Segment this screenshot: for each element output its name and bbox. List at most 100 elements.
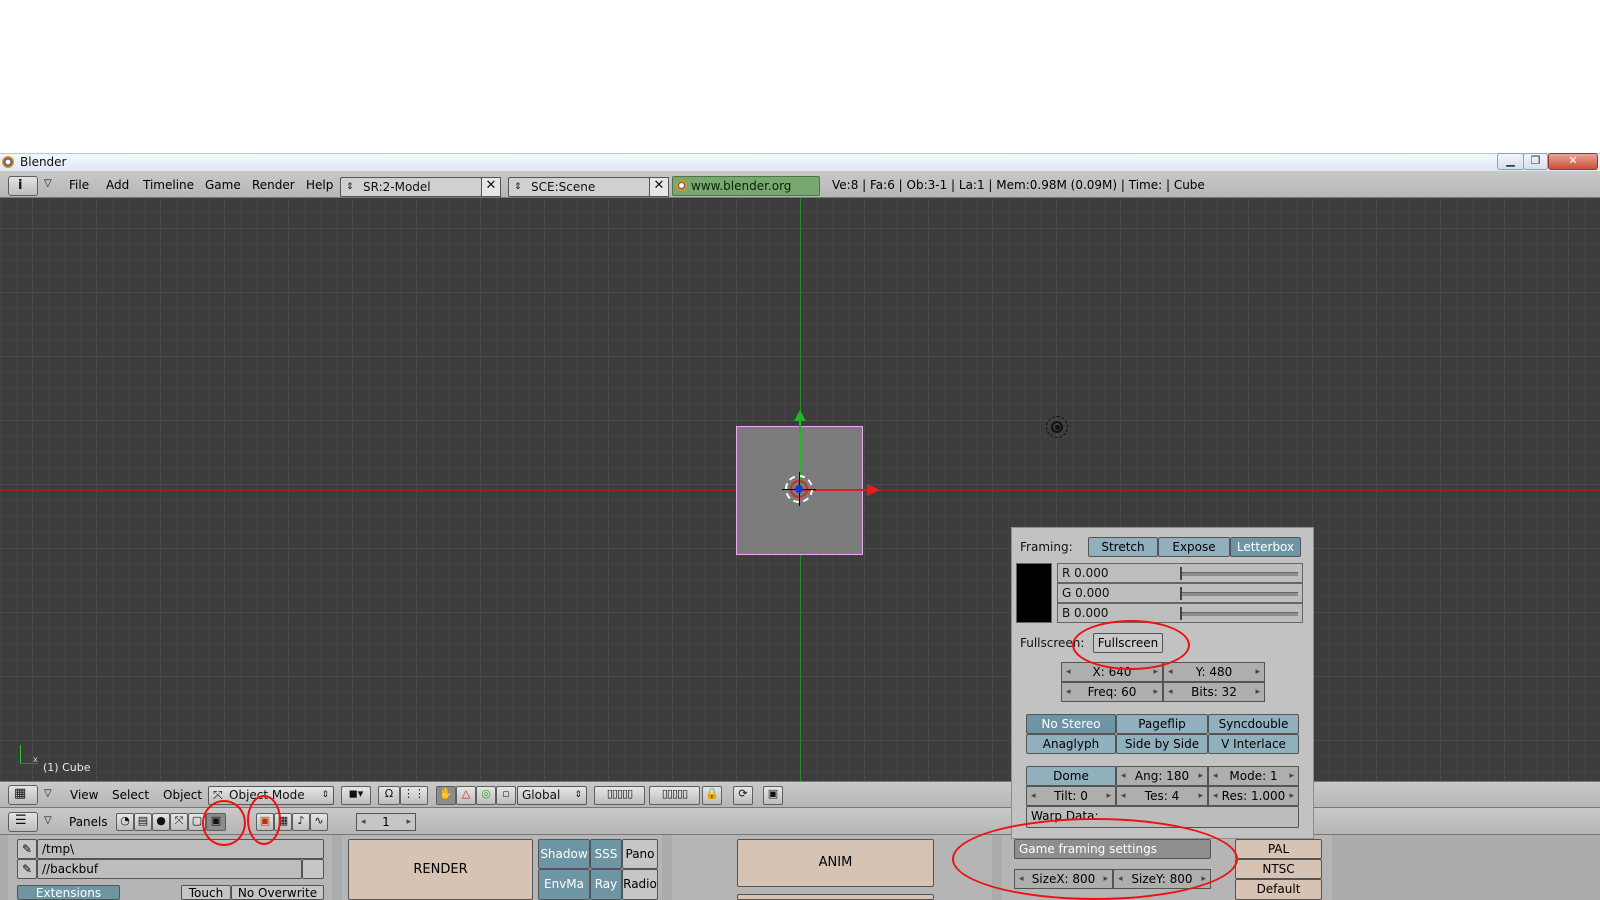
dome-angle-field[interactable]: Ang: 180 (1116, 766, 1208, 786)
warp-data-field[interactable]: Warp Data: (1026, 806, 1299, 828)
orientation-selector[interactable]: Global ⇕ (517, 786, 587, 805)
editor-type-3dview-icon[interactable]: ▦ (8, 785, 38, 805)
ntsc-preset-button[interactable]: NTSC (1235, 859, 1322, 879)
delete-screen-button[interactable]: ✕ (481, 177, 501, 197)
stereo-pageflip-button[interactable]: Pageflip (1116, 714, 1208, 734)
close-icon[interactable]: ✕ (1548, 153, 1598, 170)
draw-type-icon[interactable]: ◼▾ (341, 786, 371, 805)
pivot-icon[interactable]: Ω (378, 786, 400, 805)
screen-selector[interactable]: ⇕ SR:2-Model (340, 177, 482, 197)
backbuf-toggle[interactable] (302, 859, 324, 879)
updown-icon: ⇕ (574, 790, 582, 800)
stereo-side-by-side-button[interactable]: Side by Side (1116, 734, 1208, 754)
dome-button[interactable]: Dome (1026, 766, 1116, 786)
color-b-slider[interactable]: B 0.000 (1057, 603, 1303, 623)
no-overwrite-toggle[interactable]: No Overwrite (231, 885, 324, 900)
menu-select[interactable]: Select (112, 788, 149, 802)
collapse-menu-icon[interactable]: ▽ (44, 815, 52, 826)
editor-type-buttons-icon[interactable]: ☰ (8, 812, 38, 832)
menu-object[interactable]: Object (163, 788, 202, 802)
menu-render[interactable]: Render (252, 178, 295, 192)
snap-icon[interactable]: ⋮⋮ (400, 786, 428, 805)
radio-toggle[interactable]: Radio (622, 869, 658, 900)
folder-path1-icon[interactable]: ✎ (17, 839, 37, 859)
menu-game[interactable]: Game (205, 178, 241, 192)
framing-stretch-button[interactable]: Stretch (1088, 537, 1158, 557)
logic-context-icon[interactable]: ◔ (116, 813, 134, 831)
anim-playback-icon[interactable]: ▦ (274, 813, 292, 831)
collapse-menu-icon[interactable]: ▽ (44, 788, 52, 799)
sss-toggle[interactable]: SSS (590, 839, 622, 869)
render-buttons-icon[interactable]: ▣ (256, 813, 274, 831)
layers-row-1[interactable]: ▯▯▯▯▯ (594, 786, 645, 805)
scene-selector[interactable]: ⇕ SCE:Scene (508, 177, 650, 197)
frame-number-field[interactable]: 1 (356, 813, 416, 831)
size-x-field[interactable]: SizeX: 800 (1014, 869, 1113, 889)
size-y-field[interactable]: SizeY: 800 (1113, 869, 1211, 889)
backbuf-path-field[interactable]: //backbuf (37, 859, 302, 879)
scale-icon[interactable]: ▫ (496, 786, 516, 805)
play-button[interactable] (737, 894, 934, 900)
delete-scene-button[interactable]: ✕ (649, 177, 669, 197)
dome-tilt-field[interactable]: Tilt: 0 (1026, 786, 1116, 806)
color-r-slider[interactable]: R 0.000 (1057, 563, 1303, 583)
resolution-x-field[interactable]: X: 640 (1061, 662, 1163, 682)
shadow-toggle[interactable]: Shadow (538, 839, 590, 869)
hand-manipulator-icon[interactable]: ✋ (436, 786, 456, 805)
render-button[interactable]: RENDER (348, 839, 533, 900)
stereo-syncdouble-button[interactable]: Syncdouble (1208, 714, 1299, 734)
shading-context-icon[interactable]: ● (152, 813, 170, 831)
object-context-icon[interactable]: ⤧ (170, 813, 188, 831)
bar-color-swatch[interactable] (1016, 563, 1052, 623)
editor-type-info-icon[interactable]: i (8, 176, 38, 196)
layers-row-2[interactable]: ▯▯▯▯▯ (649, 786, 700, 805)
anim-button[interactable]: ANIM (737, 839, 934, 887)
lock-icon[interactable]: 🔒 (702, 786, 722, 805)
link-icon[interactable]: ⟳ (733, 786, 753, 805)
sound-icon[interactable]: ♪ (292, 813, 310, 831)
menu-add[interactable]: Add (106, 178, 129, 192)
bits-field[interactable]: Bits: 32 (1163, 682, 1265, 702)
stereo-v-interlace-button[interactable]: V Interlace (1208, 734, 1299, 754)
resolution-y-field[interactable]: Y: 480 (1163, 662, 1265, 682)
rotate-icon[interactable]: ◎ (476, 786, 496, 805)
ray-toggle[interactable]: Ray (590, 869, 622, 900)
color-g-slider[interactable]: G 0.000 (1057, 583, 1303, 603)
framing-expose-button[interactable]: Expose (1158, 537, 1230, 557)
menu-view[interactable]: View (70, 788, 98, 802)
game-framing-settings-button[interactable]: Game framing settings (1014, 839, 1211, 859)
script-context-icon[interactable]: ▤ (134, 813, 152, 831)
framing-letterbox-button[interactable]: Letterbox (1230, 537, 1301, 557)
pal-preset-button[interactable]: PAL (1235, 839, 1322, 859)
blender-website-link[interactable]: www.blender.org 249.2 (672, 176, 820, 211)
stereo-anaglyph-button[interactable]: Anaglyph (1026, 734, 1116, 754)
stereo-none-button[interactable]: No Stereo (1026, 714, 1116, 734)
extensions-toggle[interactable]: Extensions (17, 885, 120, 900)
frequency-field[interactable]: Freq: 60 (1061, 682, 1163, 702)
menu-file[interactable]: File (69, 178, 89, 192)
dome-mode-field[interactable]: Mode: 1 (1208, 766, 1299, 786)
envmap-toggle[interactable]: EnvMa (538, 869, 590, 900)
render-preview-icon[interactable]: ▣ (763, 786, 783, 805)
world-curve-icon[interactable]: ∿ (310, 813, 328, 831)
manipulator-y-arrow-icon[interactable] (794, 410, 806, 421)
touch-toggle[interactable]: Touch (181, 885, 231, 900)
minimize-icon[interactable]: ▁ (1497, 153, 1524, 170)
menu-timeline[interactable]: Timeline (143, 178, 194, 192)
fullscreen-toggle[interactable]: Fullscreen (1093, 633, 1163, 653)
dome-tesselation-field[interactable]: Tes: 4 (1116, 786, 1208, 806)
mode-selector[interactable]: ⤧ Object Mode ⇕ (208, 786, 334, 805)
manipulator-x-arrow-icon[interactable] (867, 484, 880, 496)
maximize-icon[interactable]: ❐ (1523, 153, 1548, 170)
dome-resolution-field[interactable]: Res: 1.000 (1208, 786, 1299, 806)
output-path-field[interactable]: /tmp\ (37, 839, 324, 859)
pano-toggle[interactable]: Pano (622, 839, 658, 869)
scene-context-icon[interactable]: ▣ (206, 813, 226, 831)
panels-menu[interactable]: Panels (69, 815, 108, 829)
folder-path2-icon[interactable]: ✎ (17, 859, 37, 879)
translate-icon[interactable]: △ (456, 786, 476, 805)
default-preset-button[interactable]: Default (1235, 879, 1322, 900)
menu-help[interactable]: Help (306, 178, 333, 192)
editing-context-icon[interactable]: ▢ (188, 813, 206, 831)
collapse-menu-icon[interactable]: ▽ (44, 178, 52, 189)
